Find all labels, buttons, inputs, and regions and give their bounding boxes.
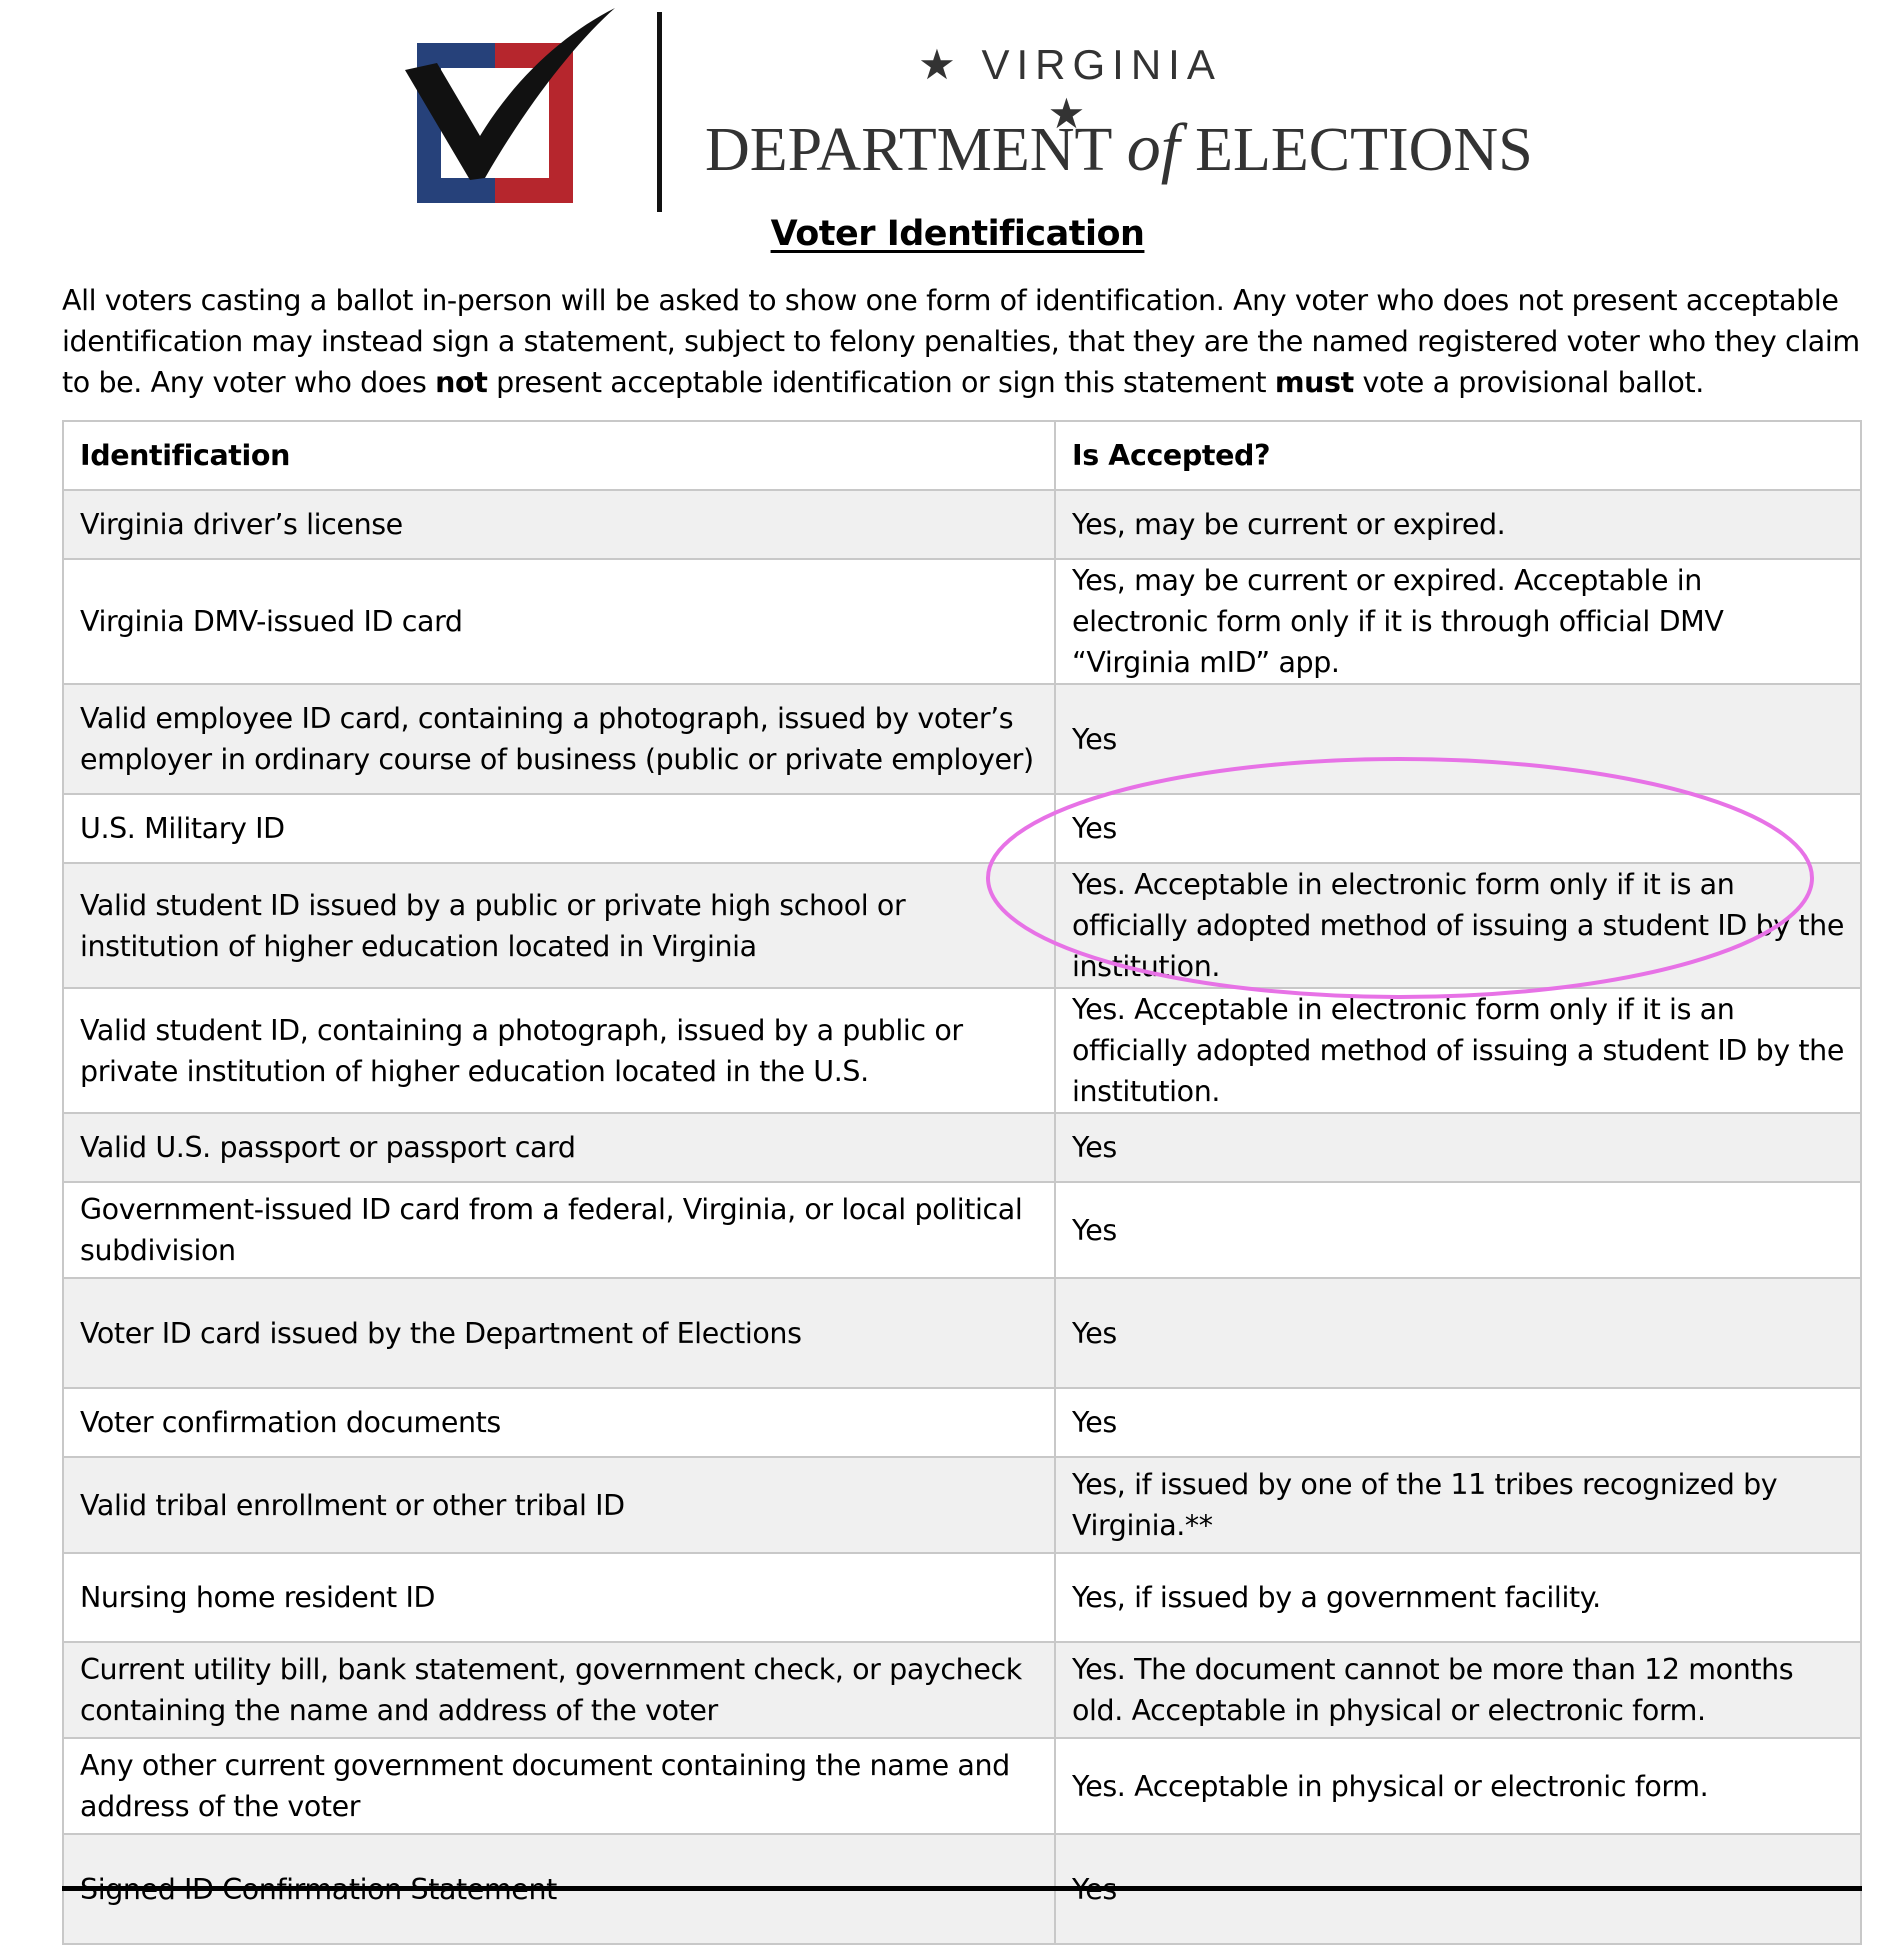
identification-cell: Current utility bill, bank statement, go… [62, 1641, 1056, 1739]
table-row: Current utility bill, bank statement, go… [62, 1641, 1862, 1739]
identification-cell: Nursing home resident ID [62, 1552, 1056, 1643]
accepted-cell: Yes. Acceptable in electronic form only … [1054, 987, 1862, 1114]
table-row: Voter ID card issued by the Department o… [62, 1277, 1862, 1389]
intro-bold-not: not [435, 366, 488, 399]
highlight-ellipse [986, 757, 1814, 999]
table-row: Valid tribal enrollment or other tribal … [62, 1456, 1862, 1554]
accepted-cell: Yes [1054, 1387, 1862, 1458]
accepted-cell: Yes [1054, 1277, 1862, 1389]
logo-dept-word-of: of [1126, 109, 1180, 185]
identification-cell: Valid student ID, containing a photograp… [62, 987, 1056, 1114]
accepted-cell: Yes [1054, 1112, 1862, 1183]
table-row: Nursing home resident ID Yes, if issued … [62, 1552, 1862, 1643]
accepted-cell: Yes. The document cannot be more than 12… [1054, 1641, 1862, 1739]
table-row: Voter confirmation documents Yes [62, 1387, 1862, 1458]
identification-cell: Virginia driver’s license [62, 489, 1056, 560]
table-row: Virginia DMV-issued ID card Yes, may be … [62, 558, 1862, 685]
table-row: Virginia driver’s license Yes, may be cu… [62, 489, 1862, 560]
page-title: Voter Identification [770, 214, 1145, 254]
logo-department-text: DEPARTMENT of ELECTIONS [705, 108, 1535, 187]
highlight-ellipse-stroke [986, 757, 1814, 999]
header-identification: Identification [62, 420, 1056, 491]
identification-cell: Valid student ID issued by a public or p… [62, 862, 1056, 989]
intro-text-2: present acceptable identification or sig… [487, 366, 1275, 399]
accepted-cell: Yes. Acceptable in physical or electroni… [1054, 1737, 1862, 1835]
intro-paragraph: All voters casting a ballot in-person wi… [62, 280, 1867, 403]
accepted-cell: Yes, may be current or expired. [1054, 489, 1862, 560]
table-header-row: Identification Is Accepted? [62, 420, 1862, 491]
identification-cell: Voter ID card issued by the Department o… [62, 1277, 1056, 1389]
identification-cell: Valid U.S. passport or passport card [62, 1112, 1056, 1183]
intro-bold-must: must [1274, 366, 1354, 399]
table-bottom-rule [62, 1886, 1862, 1891]
accepted-cell: Yes, if issued by one of the 11 tribes r… [1054, 1456, 1862, 1554]
identification-cell: Valid employee ID card, containing a pho… [62, 683, 1056, 795]
identification-cell: Government-issued ID card from a federal… [62, 1181, 1056, 1279]
logo-dept-word-2: ELECTIONS [1195, 116, 1533, 184]
accepted-cell: Yes [1054, 1181, 1862, 1279]
logo-dept-word-1: DEPARTMENT [705, 116, 1112, 184]
elections-logo-icon [405, 8, 615, 203]
identification-cell: Voter confirmation documents [62, 1387, 1056, 1458]
identification-cell: Virginia DMV-issued ID card [62, 558, 1056, 685]
table-row: Government-issued ID card from a federal… [62, 1181, 1862, 1279]
table-row: Valid U.S. passport or passport card Yes [62, 1112, 1862, 1183]
intro-text-3: vote a provisional ballot. [1353, 366, 1705, 399]
header-is-accepted: Is Accepted? [1054, 420, 1862, 491]
id-table: Identification Is Accepted? Virginia dri… [62, 420, 1862, 1945]
identification-cell: U.S. Military ID [62, 793, 1056, 864]
table-row: Any other current government document co… [62, 1737, 1862, 1835]
identification-cell: Valid tribal enrollment or other tribal … [62, 1456, 1056, 1554]
identification-cell: Any other current government document co… [62, 1737, 1056, 1835]
table-row: Valid student ID, containing a photograp… [62, 987, 1862, 1114]
accepted-cell: Yes, if issued by a government facility. [1054, 1552, 1862, 1643]
accepted-cell: Yes, may be current or expired. Acceptab… [1054, 558, 1862, 685]
logo-divider [657, 12, 662, 212]
